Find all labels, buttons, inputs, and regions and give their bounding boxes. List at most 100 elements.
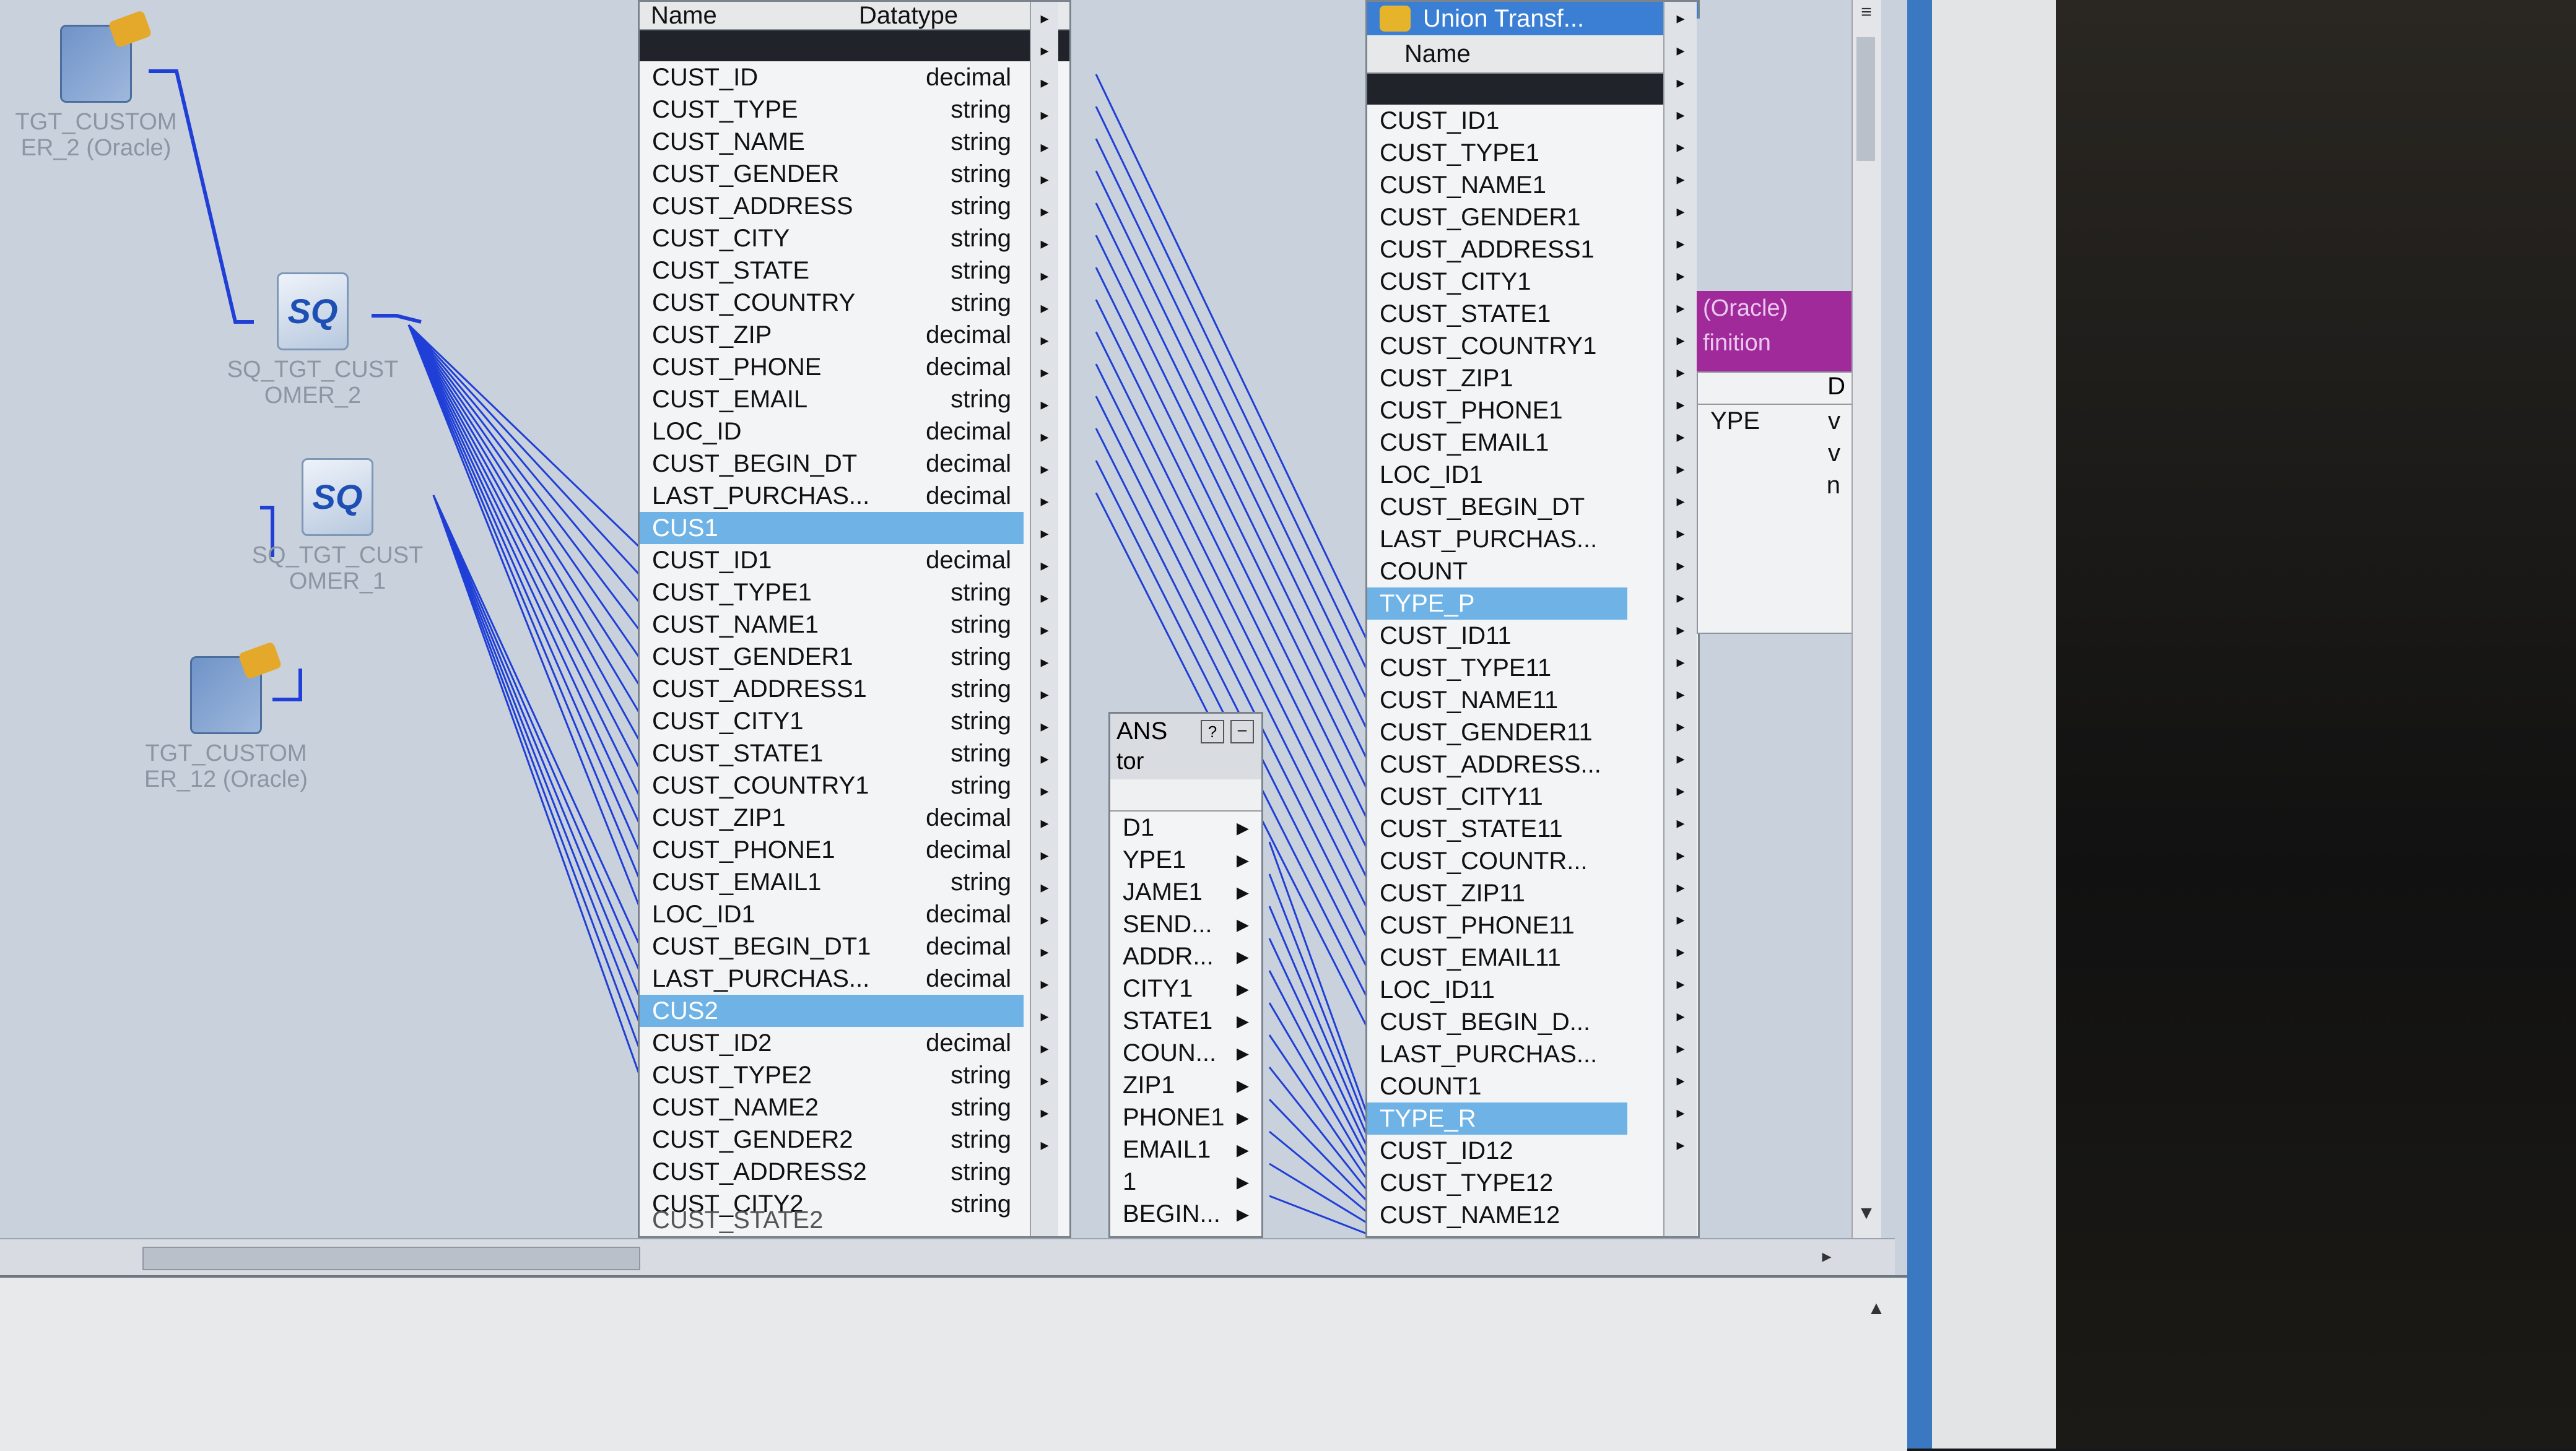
port-arrow-icon[interactable]: ▸ <box>1031 774 1058 807</box>
port-row[interactable]: LAST_PURCHAS... <box>1367 1038 1627 1070</box>
port-arrow-icon[interactable]: ▸ <box>1664 871 1697 903</box>
port-arrow-icon[interactable]: ▸ <box>1664 1032 1697 1064</box>
port-row[interactable]: CUST_ZIP1 decimal <box>640 802 1024 834</box>
port-row[interactable]: CUST_TYPE2 string <box>640 1059 1024 1091</box>
port-arrow-icon[interactable]: ▸ <box>1031 388 1058 420</box>
sorter-port-row[interactable]: YPE1 ▸ <box>1110 844 1261 876</box>
port-arrow-icon[interactable]: ▸ <box>1031 1000 1058 1032</box>
port-arrow-icon[interactable]: ▸ <box>1031 485 1058 517</box>
source-qualifier-customer-2[interactable]: SQ SQ_TGT_CUST OMER_2 <box>223 272 402 409</box>
port-row[interactable]: LOC_ID1 <box>1367 459 1627 491</box>
port-row[interactable]: CUST_ID2 decimal <box>640 1027 1024 1059</box>
port-row[interactable]: CUST_ADDRESS2 string <box>640 1156 1024 1188</box>
port-arrow-icon[interactable]: ▸ <box>1031 259 1058 292</box>
port-arrow-icon[interactable]: ▸ <box>1031 968 1058 1000</box>
sorter-port-row[interactable]: EMAIL1 ▸ <box>1110 1133 1261 1166</box>
port-row[interactable]: CUST_TYPE11 <box>1367 652 1627 684</box>
port-row[interactable]: CUST_EMAIL string <box>640 383 1024 415</box>
port-arrow-icon[interactable]: ▸ <box>1237 846 1261 874</box>
port-arrow-icon[interactable]: ▸ <box>1664 1096 1697 1128</box>
port-arrow-icon[interactable]: ▸ <box>1664 678 1697 710</box>
port-arrow-icon[interactable]: ▸ <box>1664 420 1697 453</box>
port-row[interactable]: CUST_BEGIN_DT <box>1367 491 1627 523</box>
port-row[interactable]: CUST_STATE string <box>640 254 1024 287</box>
port-row[interactable]: CUST_ADDRESS1 <box>1367 233 1627 266</box>
port-arrow-icon[interactable]: ▸ <box>1664 292 1697 324</box>
port-arrow-icon[interactable]: ▸ <box>1664 549 1697 581</box>
port-arrow-icon[interactable]: ▸ <box>1664 227 1697 259</box>
sorter-panel[interactable]: ANS ? – tor D1 ▸ YPE1 ▸ JAME1 ▸ SEND... ▸ ADDR..… <box>1108 712 1263 1238</box>
port-arrow-icon[interactable]: ▸ <box>1237 878 1261 906</box>
port-arrow-icon[interactable]: ▸ <box>1031 1032 1058 1064</box>
port-arrow-icon[interactable]: ▸ <box>1031 227 1058 259</box>
group-row[interactable]: TYPE_R <box>1367 1102 1627 1135</box>
port-arrow-icon[interactable]: ▸ <box>1031 66 1058 98</box>
port-row[interactable]: CUST_PHONE1 <box>1367 394 1627 427</box>
port-row[interactable]: CUST_GENDER1 string <box>640 641 1024 673</box>
port-row[interactable]: CUST_COUNTRY1 string <box>640 769 1024 802</box>
port-row[interactable]: CUST_COUNTRY string <box>640 287 1024 319</box>
vertical-scroll-thumb[interactable] <box>1856 37 1875 161</box>
port-row[interactable]: CUST_NAME string <box>640 126 1024 158</box>
horizontal-scroll-thumb[interactable] <box>142 1247 640 1270</box>
port-row[interactable]: CUST_STATE1 string <box>640 737 1024 769</box>
sorter-port-row[interactable]: BEGIN... ▸ <box>1110 1198 1261 1230</box>
transformation-ports-panel[interactable]: Name Datatype CUST_ID decimal CUST_TYPE str… <box>638 0 1071 1238</box>
port-row[interactable]: CUST_CITY1 <box>1367 266 1627 298</box>
port-arrow-icon[interactable]: ▸ <box>1237 1200 1261 1228</box>
port-row[interactable]: CUST_EMAIL1 <box>1367 427 1627 459</box>
vertical-scrollbar[interactable]: ≡ ▼ <box>1852 0 1881 1238</box>
sorter-port-row[interactable]: SEND... ▸ <box>1110 908 1261 940</box>
port-row[interactable]: CUST_NAME12 <box>1367 1199 1627 1231</box>
port-arrow-icon[interactable]: ▸ <box>1031 34 1058 66</box>
port-arrow-icon[interactable]: ▸ <box>1664 1000 1697 1032</box>
port-arrow-icon[interactable]: ▸ <box>1237 1167 1261 1196</box>
port-row[interactable]: CUST_NAME1 string <box>640 609 1024 641</box>
port-arrow-icon[interactable]: ▸ <box>1237 813 1261 842</box>
port-arrow-icon[interactable]: ▸ <box>1664 807 1697 839</box>
target-node-customer-12[interactable]: TGT_CUSTOM ER_12 (Oracle) <box>136 656 316 792</box>
port-row[interactable]: LOC_ID1 decimal <box>640 898 1024 930</box>
port-row[interactable]: CUST_BEGIN_D... <box>1367 1006 1627 1038</box>
port-arrow-icon[interactable]: ▸ <box>1664 581 1697 613</box>
port-row[interactable]: CUST_CITY string <box>640 222 1024 254</box>
target-header[interactable]: (Oracle) finition <box>1697 291 1858 371</box>
minimize-icon[interactable]: – <box>1230 720 1254 743</box>
port-row[interactable]: LAST_PURCHAS... <box>1367 523 1627 555</box>
target-port-row[interactable]: n <box>1698 469 1853 501</box>
port-arrow-icon[interactable]: ▸ <box>1664 839 1697 871</box>
port-row[interactable]: CUST_COUNTRY1 <box>1367 330 1627 362</box>
port-arrow-icon[interactable]: ▸ <box>1237 1007 1261 1035</box>
sorter-port-row[interactable]: 1 ▸ <box>1110 1166 1261 1198</box>
port-row[interactable]: CUST_NAME2 string <box>640 1091 1024 1124</box>
port-arrow-icon[interactable]: ▸ <box>1664 453 1697 485</box>
scroll-down-icon[interactable]: ▼ <box>1854 1201 1879 1226</box>
port-arrow-icon[interactable]: ▸ <box>1664 66 1697 98</box>
target-port-row[interactable]: v <box>1698 437 1853 469</box>
group-row[interactable]: TYPE_P <box>1367 587 1627 620</box>
port-arrow-icon[interactable]: ▸ <box>1031 613 1058 646</box>
port-row[interactable]: CUST_ID12 <box>1367 1135 1627 1167</box>
port-row[interactable]: CUST_CITY1 string <box>640 705 1024 737</box>
group-row[interactable]: CUS1 <box>640 512 1024 544</box>
port-arrow-icon[interactable]: ▸ <box>1031 292 1058 324</box>
port-arrow-icon[interactable]: ▸ <box>1031 839 1058 871</box>
port-row[interactable]: CUST_GENDER12 <box>1367 1231 1627 1237</box>
target-node-customer-2[interactable]: TGT_CUSTOM ER_2 (Oracle) <box>6 25 186 161</box>
port-arrow-icon[interactable]: ▸ <box>1031 807 1058 839</box>
port-row[interactable]: CUST_EMAIL1 string <box>640 866 1024 898</box>
port-arrow-icon[interactable]: ▸ <box>1664 742 1697 774</box>
port-arrow-icon[interactable]: ▸ <box>1664 710 1697 742</box>
port-row[interactable]: COUNT <box>1367 555 1627 587</box>
port-arrow-icon[interactable]: ▸ <box>1664 774 1697 807</box>
port-arrow-icon[interactable]: ▸ <box>1664 903 1697 935</box>
port-row[interactable]: CUST_ZIP1 <box>1367 362 1627 394</box>
port-row[interactable]: CUST_TYPE1 string <box>640 576 1024 609</box>
port-arrow-icon[interactable]: ▸ <box>1031 517 1058 549</box>
port-row[interactable]: CUST_ZIP decimal <box>640 319 1024 351</box>
port-row[interactable]: CUST_TYPE string <box>640 93 1024 126</box>
port-row[interactable]: CUST_TYPE1 <box>1367 137 1627 169</box>
horizontal-scrollbar[interactable]: ▸ <box>0 1238 1895 1276</box>
port-arrow-icon[interactable]: ▸ <box>1031 678 1058 710</box>
port-row[interactable]: CUST_PHONE decimal <box>640 351 1024 383</box>
